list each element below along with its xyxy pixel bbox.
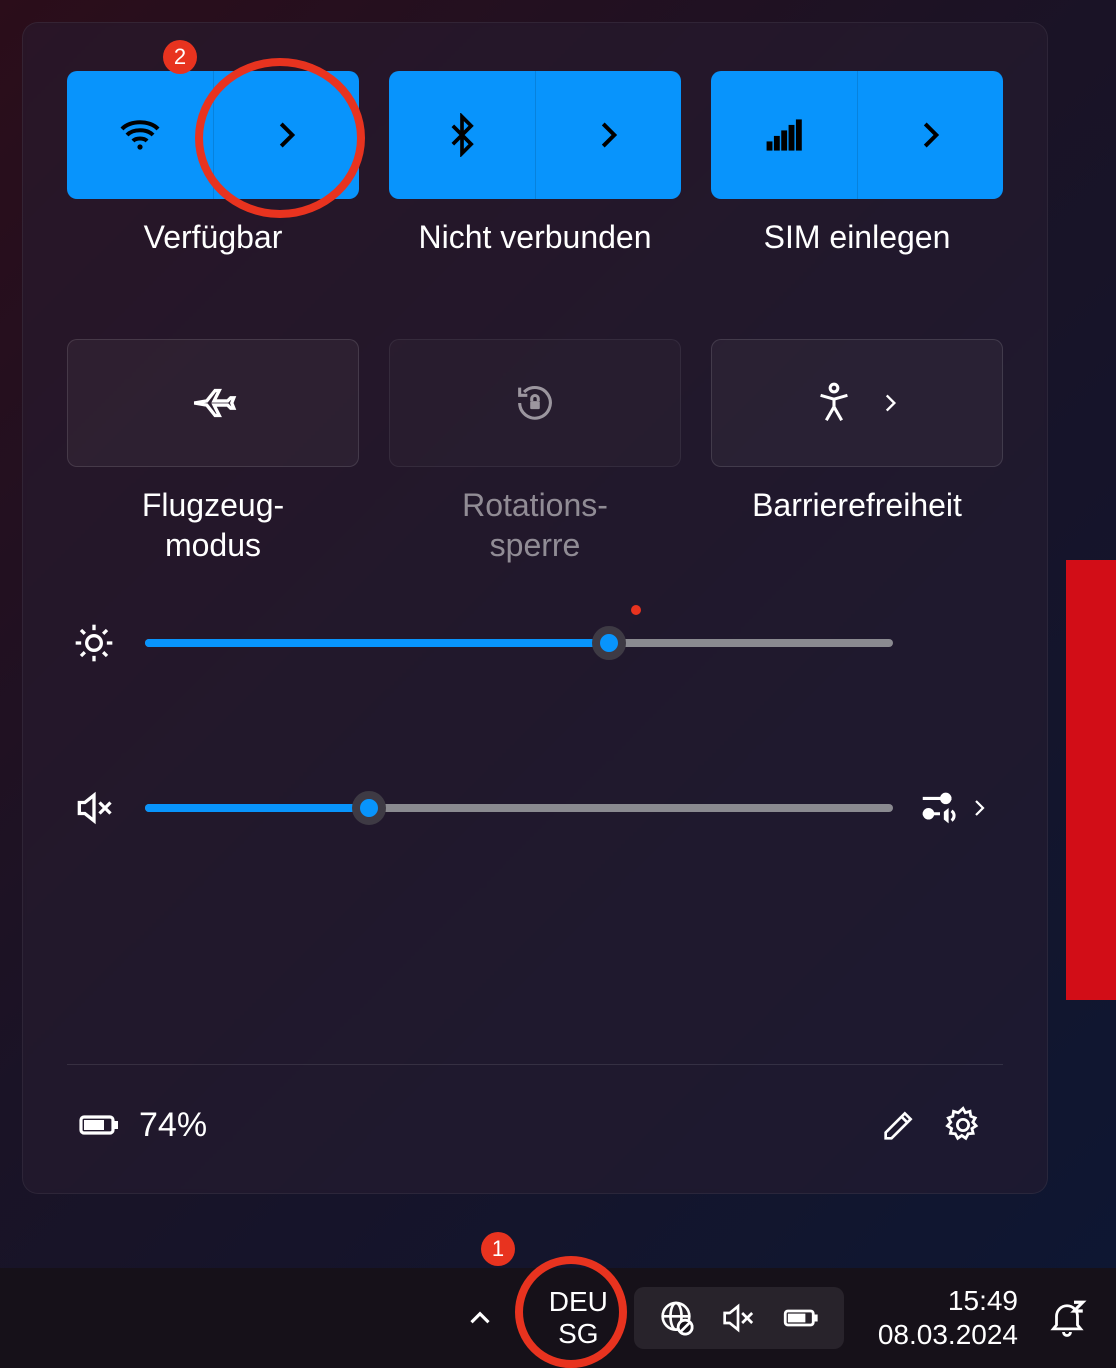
quick-settings-footer: 74% — [67, 1064, 1003, 1169]
tile-bluetooth-expand[interactable] — [536, 71, 682, 199]
volume-slider-thumb[interactable] — [352, 791, 386, 825]
taskbar-tray: DEU SG 15:49 — [437, 1284, 1108, 1351]
language-secondary: SG — [558, 1318, 598, 1350]
wifi-icon — [116, 111, 164, 159]
tile-wifi-expand[interactable] — [214, 71, 360, 199]
brightness-icon-wrap — [67, 621, 121, 665]
brightness-icon — [72, 621, 116, 665]
network-tray-group[interactable] — [634, 1287, 844, 1349]
tile-cellular — [711, 71, 1003, 199]
tile-wifi-toggle[interactable] — [67, 71, 214, 199]
sound-output-icon — [917, 785, 963, 831]
language-indicator[interactable]: DEU SG — [527, 1286, 630, 1350]
quick-settings-tile-grid: Verfügbar Nicht verbunden — [67, 71, 1003, 567]
annotation-badge-1: 1 — [481, 1232, 515, 1266]
battery-icon — [780, 1297, 822, 1339]
chevron-right-icon — [911, 116, 949, 154]
tile-airplane[interactable] — [67, 339, 359, 467]
gear-icon — [942, 1104, 984, 1146]
rotation-lock-icon — [512, 380, 558, 426]
annotation-red-dot — [631, 605, 641, 615]
pencil-icon — [879, 1105, 919, 1145]
clock-date: 08.03.2024 — [878, 1318, 1018, 1352]
language-primary: DEU — [549, 1286, 608, 1318]
notifications-button[interactable] — [1040, 1297, 1108, 1339]
accessibility-icon — [811, 380, 857, 426]
tile-rotation-lock — [389, 339, 681, 467]
volume-row — [67, 785, 1003, 831]
tile-rotation-lock-label: Rotations- sperre — [462, 485, 608, 567]
volume-icon-wrap[interactable] — [67, 786, 121, 830]
clock-time: 15:49 — [948, 1284, 1018, 1318]
battery-status[interactable]: 74% — [75, 1101, 207, 1149]
tile-cellular-expand[interactable] — [858, 71, 1004, 199]
brightness-row — [67, 621, 1003, 665]
tile-bluetooth — [389, 71, 681, 199]
volume-slider[interactable] — [145, 804, 893, 812]
quick-settings-sliders — [67, 621, 1003, 831]
quick-settings-panel: Verfügbar Nicht verbunden — [22, 22, 1048, 1194]
tile-bluetooth-wrap: Nicht verbunden — [389, 71, 681, 299]
tile-wifi-label: Verfügbar — [144, 217, 283, 299]
tile-bluetooth-toggle[interactable] — [389, 71, 536, 199]
battery-percent-label: 74% — [139, 1106, 207, 1145]
tile-airplane-label: Flugzeug- modus — [142, 485, 284, 567]
volume-muted-icon — [72, 786, 116, 830]
tile-cellular-wrap: SIM einlegen — [711, 71, 1003, 299]
chevron-right-icon — [877, 390, 903, 416]
chevron-right-icon — [267, 116, 305, 154]
bell-snooze-icon — [1046, 1297, 1088, 1339]
battery-icon — [75, 1101, 123, 1149]
clock[interactable]: 15:49 08.03.2024 — [848, 1284, 1036, 1351]
brightness-slider[interactable] — [145, 639, 893, 647]
tile-rotation-lock-wrap: Rotations- sperre — [389, 339, 681, 567]
signal-bars-icon — [762, 113, 806, 157]
tile-accessibility[interactable] — [711, 339, 1003, 467]
tile-accessibility-label: Barrierefreiheit — [752, 485, 962, 567]
sound-output-button[interactable] — [917, 785, 1003, 831]
tile-wifi-wrap: Verfügbar — [67, 71, 359, 299]
tile-wifi — [67, 71, 359, 199]
taskbar: DEU SG 15:49 — [0, 1268, 1116, 1368]
tile-cellular-label: SIM einlegen — [764, 217, 951, 299]
bluetooth-icon — [440, 113, 484, 157]
airplane-icon — [188, 378, 238, 428]
volume-muted-icon — [718, 1298, 758, 1338]
chevron-right-icon — [967, 796, 991, 820]
desktop-background-accent — [1066, 560, 1116, 1000]
tray-overflow-button[interactable] — [437, 1301, 523, 1335]
chevron-right-icon — [589, 116, 627, 154]
globe-no-internet-icon — [656, 1298, 696, 1338]
tile-accessibility-wrap: Barrierefreiheit — [711, 339, 1003, 567]
open-settings-button[interactable] — [931, 1093, 995, 1157]
tile-cellular-toggle[interactable] — [711, 71, 858, 199]
chevron-up-icon — [463, 1301, 497, 1335]
brightness-slider-thumb[interactable] — [592, 626, 626, 660]
edit-quick-settings-button[interactable] — [867, 1093, 931, 1157]
tile-airplane-wrap: Flugzeug- modus — [67, 339, 359, 567]
tile-bluetooth-label: Nicht verbunden — [418, 217, 651, 299]
